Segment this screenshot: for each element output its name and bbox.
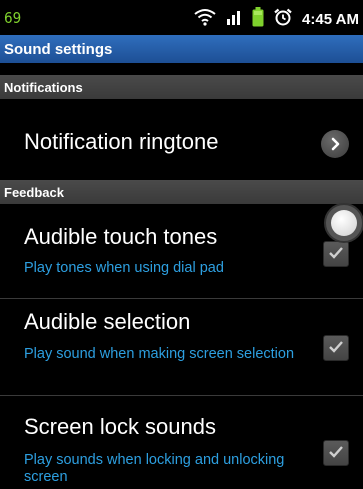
audible-selection-checkbox[interactable] xyxy=(323,335,349,361)
item-summary: Play sound when making screen selection xyxy=(24,346,295,362)
checkmark-icon xyxy=(328,245,344,264)
checkmark-icon xyxy=(328,444,344,463)
section-title: Notifications xyxy=(4,79,83,95)
item-summary: Play tones when using dial pad xyxy=(24,260,224,276)
title-bar: Sound settings xyxy=(0,35,363,63)
touch-indicator xyxy=(324,203,363,243)
item-summary: Play sounds when locking and unlocking s… xyxy=(24,452,285,485)
status-bar: 69 4:45 AM xyxy=(0,0,363,35)
screen-lock-sounds-item[interactable]: Screen lock sounds Play sounds when lock… xyxy=(0,396,363,489)
status-time: 4:45 AM xyxy=(302,10,359,28)
wifi-icon xyxy=(194,8,216,30)
battery-percent: 69 xyxy=(4,9,22,27)
checkmark-icon xyxy=(328,339,344,358)
section-title: Feedback xyxy=(4,184,64,200)
signal-icon xyxy=(226,9,242,29)
section-header-notifications: Notifications xyxy=(0,75,363,99)
battery-icon xyxy=(252,7,264,31)
audible-touch-tones-checkbox[interactable] xyxy=(323,241,349,267)
chevron-right-icon[interactable] xyxy=(321,130,349,158)
item-title: Screen lock sounds xyxy=(24,414,216,439)
screen-lock-sounds-checkbox[interactable] xyxy=(323,440,349,466)
item-title: Audible touch tones xyxy=(24,224,218,249)
alarm-icon xyxy=(274,8,292,30)
touch-indicator-dot xyxy=(331,210,357,236)
status-icons: 4:45 AM xyxy=(194,7,359,31)
audible-selection-item[interactable]: Audible selection Play sound when making… xyxy=(0,299,363,395)
notification-ringtone-item[interactable]: Notification ringtone xyxy=(0,99,363,180)
section-header-feedback: Feedback xyxy=(0,180,363,204)
item-title: Audible selection xyxy=(24,309,191,334)
page-title: Sound settings xyxy=(4,40,113,58)
audible-touch-tones-item[interactable]: Audible touch tones Play tones when usin… xyxy=(0,204,363,298)
sound-settings-screen: 69 4:45 AM Sound settings Notifications … xyxy=(0,0,363,489)
item-title: Notification ringtone xyxy=(24,129,219,154)
